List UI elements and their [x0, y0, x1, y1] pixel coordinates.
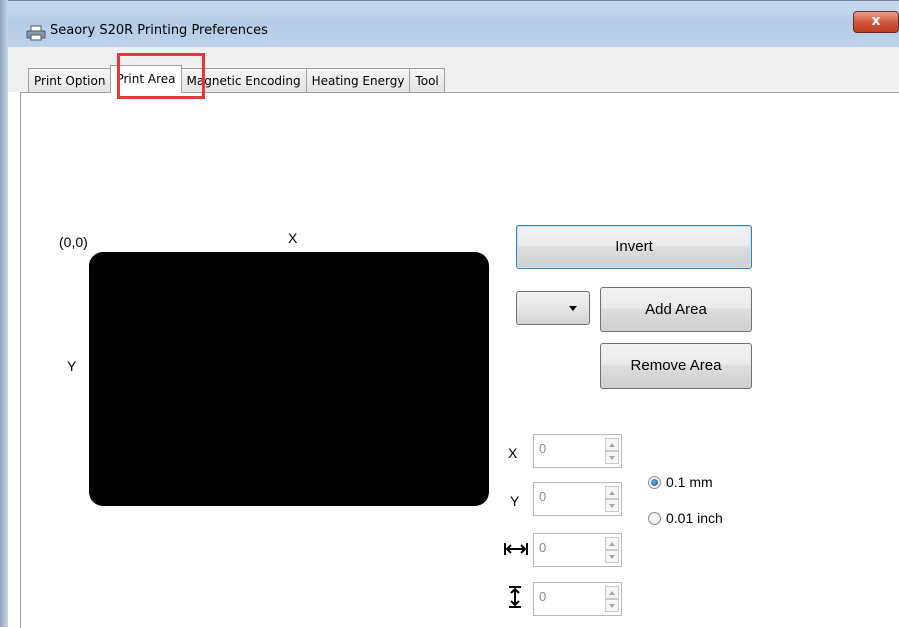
tab-strip: Print Option Print Area Magnetic Encodin… [28, 65, 445, 93]
y-position-value: 0 [539, 489, 547, 504]
width-value: 0 [539, 540, 547, 555]
x-spin-up-icon[interactable] [605, 438, 619, 451]
y-axis-label: Y [67, 358, 77, 374]
x-field-label: X [508, 445, 518, 461]
unit-inch-radio[interactable] [648, 512, 661, 525]
tab-heating-energy[interactable]: Heating Energy [305, 68, 411, 92]
remove-area-button[interactable]: Remove Area [600, 343, 752, 389]
width-spin-up-icon[interactable] [605, 537, 619, 550]
height-arrows-icon [509, 586, 521, 608]
add-area-button-label: Add Area [645, 301, 707, 318]
height-spin-down-icon[interactable] [605, 599, 619, 612]
unit-inch-label: 0.01 inch [666, 510, 723, 526]
y-spin-down-icon[interactable] [605, 499, 619, 512]
y-spin-up-icon[interactable] [605, 486, 619, 499]
close-button[interactable]: x [853, 11, 899, 33]
area-select-dropdown[interactable] [516, 291, 590, 325]
chevron-down-icon [569, 306, 577, 311]
tab-print-option[interactable]: Print Option [28, 68, 112, 92]
printer-icon [26, 25, 46, 41]
remove-area-button-label: Remove Area [630, 357, 722, 374]
tab-highlight-annotation [117, 53, 205, 99]
y-position-input[interactable]: 0 [533, 482, 622, 516]
window-left-edge [0, 0, 8, 627]
width-input[interactable]: 0 [533, 533, 622, 567]
height-spin-up-icon[interactable] [605, 586, 619, 599]
x-position-value: 0 [539, 441, 547, 456]
x-spin-down-icon[interactable] [605, 451, 619, 464]
x-position-input[interactable]: 0 [533, 434, 622, 468]
add-area-button[interactable]: Add Area [600, 287, 752, 332]
invert-button[interactable]: Invert [516, 225, 752, 269]
unit-mm-radio[interactable] [648, 476, 661, 489]
title-bar[interactable]: Seaory S20R Printing Preferences x [8, 0, 899, 48]
unit-mm-label: 0.1 mm [666, 474, 713, 490]
window-title: Seaory S20R Printing Preferences [50, 23, 268, 38]
x-axis-label: X [288, 230, 298, 246]
width-arrows-icon [504, 543, 528, 555]
height-value: 0 [539, 589, 547, 604]
invert-button-label: Invert [615, 238, 653, 255]
width-spin-down-icon[interactable] [605, 550, 619, 563]
tab-tool[interactable]: Tool [409, 68, 445, 92]
height-input[interactable]: 0 [533, 582, 622, 616]
print-area-card-preview[interactable] [89, 252, 489, 506]
y-field-label: Y [510, 493, 520, 509]
origin-label: (0,0) [59, 234, 88, 250]
